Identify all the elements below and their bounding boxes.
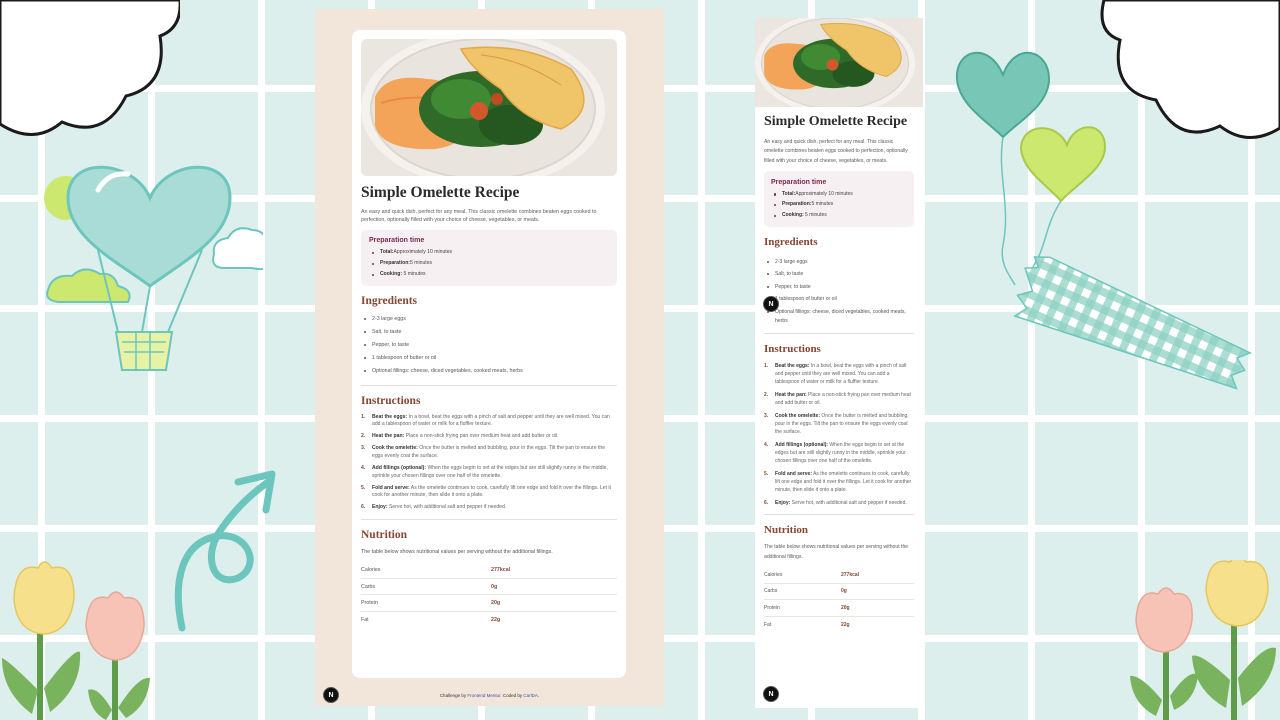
prep-item: Preparation:5 minutes (771, 199, 907, 210)
recipe-description: An easy and quick dish, perfect for any … (764, 139, 908, 164)
cloud-top-right-decoration (1100, 0, 1280, 139)
prep-item: Cooking: 5 minutes (369, 269, 609, 280)
nutrition-row: Calories 277kcal (764, 567, 914, 584)
ingredient-item: Salt, to taste (361, 326, 617, 339)
preparation-time-box: Preparation time Total:Approximately 10 … (361, 230, 617, 286)
ingredient-item: Salt, to taste (764, 268, 914, 281)
prep-item: Cooking: 5 minutes (771, 210, 907, 221)
nutrition-row: Fat 22g (361, 617, 501, 624)
divider (764, 332, 914, 334)
nutrition-row: Fat 22g (764, 622, 850, 629)
instruction-step: 5. Fold and serve: As the omelette contin… (764, 470, 912, 494)
nutrition-heading: Nutrition (361, 528, 407, 541)
nutrition-row: Carbs 0g (764, 584, 914, 601)
ingredients-list: 2-3 large eggs Salt, to taste Pepper, to… (361, 313, 617, 378)
mobile-preview-panel: Simple Omelette Recipe An easy and quick… (755, 18, 923, 708)
author-link[interactable]: CarlDA (523, 693, 538, 698)
instruction-step: 5. Fold and serve: As the omelette contin… (361, 484, 611, 499)
ingredients-list: 2-3 large eggs Salt, to taste Pepper, to… (764, 256, 914, 326)
instruction-step: 3. Cook the omelette: Once the butter is … (764, 412, 909, 436)
instruction-step: 4. Add fillings (optional): When the eggs… (764, 441, 906, 465)
nutrition-table: Calories 277kcal Carbs 0g Protein 20g Fat 22… (764, 567, 914, 634)
ingredient-item: 2-3 large eggs (361, 313, 617, 326)
ingredient-item: Optional fillings: cheese, diced vegetab… (361, 365, 617, 378)
recipe-title: Simple Omelette Recipe (361, 184, 520, 201)
instruction-step: 4. Add fillings (optional): When the eggs… (361, 465, 608, 479)
ingredient-item: Pepper, to taste (764, 281, 914, 294)
recipe-title: Simple Omelette Recipe (764, 114, 908, 129)
instruction-step: 1. Beat the eggs: In a bowl, beat the egg… (764, 362, 907, 386)
divider (764, 514, 914, 516)
divider (361, 518, 617, 520)
recipe-card: Simple Omelette Recipe An easy and quick… (352, 30, 626, 678)
instruction-step: 3. Cook the omelette: Once the butter is … (361, 445, 606, 459)
ingredient-item: 1 tablespoon of butter or oil (764, 293, 914, 306)
heart-balloon-illustration (44, 165, 263, 371)
divider (361, 384, 617, 386)
ingredient-item: Optional fillings: cheese, diced vegetab… (764, 306, 914, 326)
ingredient-item: Pepper, to taste (361, 339, 617, 352)
ingredient-item: 1 tablespoon of butter or oil (361, 352, 617, 365)
instructions-list: 1. Beat the eggs: In a bowl, beat the egg… (361, 414, 617, 512)
instruction-step: 6. Enjoy: Serve hot, with additional salt… (361, 504, 507, 511)
nutrition-row: Calories 277kcal (361, 562, 617, 579)
nutrition-intro: The table below shows nutritional values… (361, 548, 553, 555)
prep-item: Preparation:5 minutes (369, 258, 609, 269)
desktop-preview-panel: Simple Omelette Recipe An easy and quick… (315, 9, 664, 706)
nutrition-row: Carbs 0g (361, 579, 617, 596)
nutrition-intro: The table below shows nutritional values… (764, 544, 909, 560)
tulips-left-illustration (2, 561, 150, 720)
nextjs-badge-button[interactable]: N (763, 686, 779, 702)
instruction-step: 2. Heat the pan: Place a non-stick frying… (764, 391, 911, 406)
instruction-step: 6. Enjoy: Serve hot, with additional salt… (764, 500, 907, 507)
nutrition-row: Protein 20g (361, 595, 617, 613)
ingredient-item: 2-3 large eggs (764, 256, 914, 269)
ingredients-heading: Ingredients (764, 235, 818, 248)
recipe-description: An easy and quick dish, perfect for any … (361, 209, 597, 223)
heart-balloons-right-illustration (955, 51, 1107, 285)
preparation-time-heading: Preparation time (369, 237, 425, 244)
instructions-heading: Instructions (764, 342, 821, 355)
preparation-time-heading: Preparation time (771, 178, 827, 186)
cloud-top-left-decoration (0, 0, 180, 136)
instruction-step: 2. Heat the pan: Place a non-stick frying… (361, 433, 559, 440)
curly-arrow-illustration (174, 470, 276, 632)
nutrition-row: Protein 20g (764, 600, 914, 617)
attribution: Challenge by Frontend Mentor. Coded by C… (439, 693, 540, 698)
omelette-image (755, 18, 923, 107)
gingham-tape-illustration (1013, 256, 1253, 390)
omelette-image (361, 39, 617, 176)
instruction-step: 1. Beat the eggs: In a bowl, beat the egg… (361, 413, 610, 428)
instructions-heading: Instructions (361, 394, 421, 407)
preparation-time-box: Preparation time Total:Approximately 10 … (764, 170, 914, 227)
nextjs-badge-button[interactable]: N (323, 687, 339, 703)
instructions-list: 1. Beat the eggs: In a bowl, beat the egg… (764, 362, 914, 508)
prep-item: Total:Approximately 10 minutes (369, 247, 609, 258)
tulips-right-illustration (1130, 560, 1276, 720)
frontend-mentor-link[interactable]: Frontend Mentor (467, 693, 500, 698)
prep-item: Total:Approximately 10 minutes (771, 189, 907, 200)
nutrition-heading: Nutrition (764, 524, 808, 537)
ingredients-heading: Ingredients (361, 295, 418, 307)
nextjs-badge-button[interactable]: N (763, 296, 779, 312)
nutrition-table: Calories 277kcal Carbs 0g Protein 20g Fat 22… (361, 562, 617, 629)
